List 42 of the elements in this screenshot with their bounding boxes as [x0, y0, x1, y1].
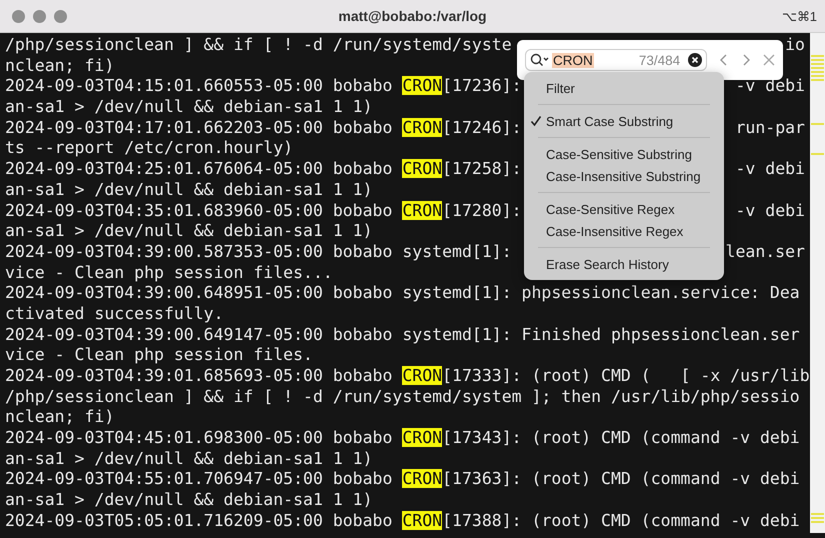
terminal-line: an-sa1 > /dev/null && debian-sa1 1 1) [5, 448, 373, 470]
menu-item[interactable]: Case-Sensitive Regex [530, 198, 718, 220]
terminal-line: an-sa1 > /dev/null && debian-sa1 1 1) [5, 221, 373, 242]
match-count: 73/484 [638, 52, 680, 68]
terminal-line: -v debi [735, 76, 805, 98]
window-title: matt@bobabo:/var/log [338, 8, 487, 24]
terminal-line: 2024-09-03T04:17:01.662203-05:00 bobabo CRON[17246]: [5, 118, 522, 138]
terminal-line: an-sa1 > /dev/null && debian-sa1 1 1) [5, 490, 373, 511]
terminal-line: nclean; fi) [5, 407, 114, 428]
terminal-line: 2024-09-03T04:39:01.685693-05:00 bobabo CRON[17333]: (root) CMD ( [ -x /usr/lib [5, 366, 810, 387]
terminal-line: io [785, 35, 805, 56]
search-query: CRON [552, 52, 594, 68]
shortcut-label: ⌥⌘1 [782, 8, 818, 24]
terminal-line: -v debi [735, 159, 805, 180]
terminal-line: nclean; fi) [5, 56, 114, 76]
terminal-line: 2024-09-03T04:39:00.648951-05:00 bobabo systemd[1]: phpsessionclean.service: Dea [5, 283, 800, 304]
terminal-line: 2024-09-03T04:39:00.649147-05:00 bobabo systemd[1]: Finished phpsessionclean.ser [5, 324, 800, 346]
terminal-line: lean.ser [726, 242, 805, 263]
terminal-line: -v debi [735, 200, 805, 222]
terminal-line: an-sa1 > /dev/null && debian-sa1 1 1) [5, 97, 373, 118]
menu-item[interactable]: Filter [530, 77, 718, 99]
terminal-line: 2024-09-03T04:35:01.683960-05:00 bobabo CRON[17280]: [5, 200, 522, 222]
terminal-line: ts --report /etc/cron.hourly) [5, 138, 294, 160]
terminal-line: vice - Clean php session files. [5, 345, 313, 366]
terminal-line: 2024-09-03T04:45:01.698300-05:00 bobabo CRON[17343]: (root) CMD (command -v debi [5, 428, 800, 449]
search-field[interactable]: CRON 73/484 [525, 49, 708, 71]
menu-item[interactable]: Erase Search History [530, 253, 718, 275]
menu-item[interactable]: Case-Insensitive Substring [530, 165, 718, 187]
terminal-line: 2024-09-03T04:25:01.676064-05:00 bobabo CRON[17258]: [5, 159, 522, 180]
terminal-line: run-par [735, 118, 805, 138]
terminal-line: 2024-09-03T05:05:01.716209-05:00 bobabo CRON[17388]: (root) CMD (command -v debi [5, 510, 800, 532]
terminal-line: vice - Clean php session files... [5, 262, 333, 284]
terminal-line: 2024-09-03T04:15:01.660553-05:00 bobabo CRON[17236]: [5, 76, 522, 98]
terminal-line: ctivated successfully. [5, 304, 224, 325]
terminal-line: /php/sessionclean ] && if [ ! -d /run/systemd/syste [5, 35, 512, 56]
terminal-line: 2024-09-03T04:39:00.587353-05:00 bobabo systemd[1]: [5, 242, 512, 263]
menu-item[interactable]: Case-Insensitive Regex [530, 220, 718, 242]
terminal-line: 2024-09-03T04:55:01.706947-05:00 bobabo CRON[17363]: (root) CMD (command -v debi [5, 469, 800, 490]
terminal-line: an-sa1 > /dev/null && debian-sa1 1 1) [5, 180, 373, 200]
terminal-line: /php/sessionclean ] && if [ ! -d /run/systemd/system ]; then /usr/lib/php/sessio [5, 386, 800, 408]
menu-item[interactable]: Case-Sensitive Substring [530, 143, 718, 165]
menu-item[interactable]: Smart Case Substring [530, 110, 718, 132]
